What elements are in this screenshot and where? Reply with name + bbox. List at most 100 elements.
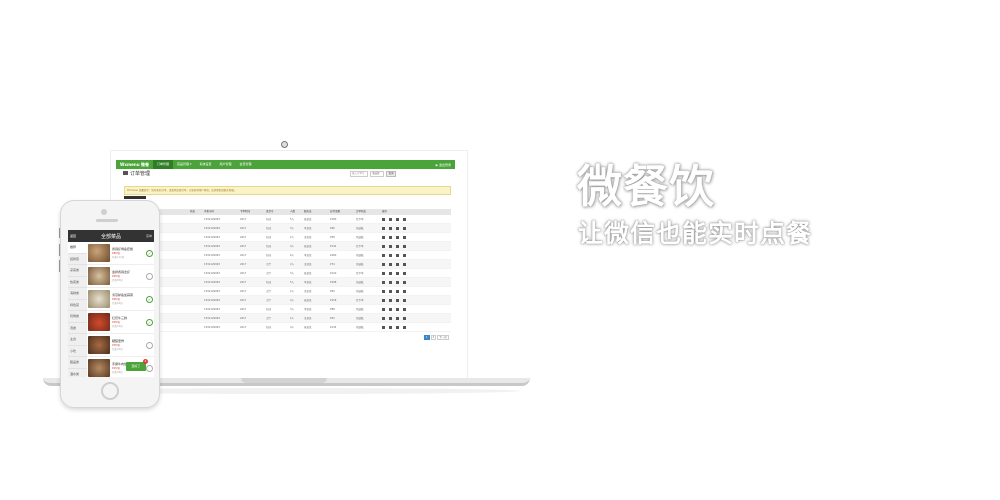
phone-content: 推荐 招牌菜 凉菜类 热菜类 海鲜类 特色菜 烧烤类 汤类 主食 小吃 甜品类 酒水类 香辣虾烤鱼套餐… <box>68 242 154 377</box>
filter-tab[interactable] <box>124 196 146 199</box>
delete-icon[interactable] <box>403 272 406 275</box>
print-icon[interactable] <box>396 263 399 266</box>
print-icon[interactable] <box>396 218 399 221</box>
edit-icon[interactable] <box>389 263 392 266</box>
edit-icon[interactable] <box>389 290 392 293</box>
status-select[interactable]: 请选择 <box>370 171 384 177</box>
category-item[interactable]: 小吃 <box>68 346 87 357</box>
edit-icon[interactable] <box>389 245 392 248</box>
view-icon[interactable] <box>382 263 385 266</box>
category-item[interactable]: 热菜类 <box>68 277 87 288</box>
dish-item[interactable]: 红烧牛三鲜 ¥58/份 已售52份 ✓ <box>87 311 154 334</box>
view-icon[interactable] <box>382 299 385 302</box>
select-check-icon[interactable]: ✓ <box>146 249 153 257</box>
view-icon[interactable] <box>382 245 385 248</box>
category-item[interactable]: 凉菜类 <box>68 265 87 277</box>
print-icon[interactable] <box>396 308 399 311</box>
nav-tab-dishes[interactable]: 菜品管理 ▾ <box>173 160 195 169</box>
print-icon[interactable] <box>396 290 399 293</box>
nav-tab-orders[interactable]: 订单管理 <box>152 160 173 169</box>
table-cell: 大厅 <box>266 263 272 266</box>
print-icon[interactable] <box>396 317 399 320</box>
edit-icon[interactable] <box>389 308 392 311</box>
edit-icon[interactable] <box>389 299 392 302</box>
delete-icon[interactable] <box>403 227 406 230</box>
edit-icon[interactable] <box>389 236 392 239</box>
dish-info: 香辣虾烤鱼套餐 ¥88/份 已售112份 <box>110 247 146 259</box>
category-item[interactable]: 推荐 <box>68 242 87 254</box>
print-icon[interactable] <box>396 299 399 302</box>
delete-icon[interactable] <box>403 218 406 221</box>
delete-icon[interactable] <box>403 245 406 248</box>
edit-icon[interactable] <box>389 254 392 257</box>
edit-icon[interactable] <box>389 326 392 329</box>
view-icon[interactable] <box>382 308 385 311</box>
view-icon[interactable] <box>382 326 385 329</box>
select-check-icon[interactable] <box>146 364 153 372</box>
delete-icon[interactable] <box>403 299 406 302</box>
category-item[interactable]: 酒水类 <box>68 369 87 378</box>
search-input[interactable]: 输入订单号 <box>350 171 368 177</box>
view-icon[interactable] <box>382 254 385 257</box>
phone-home-button[interactable] <box>101 382 119 400</box>
delete-icon[interactable] <box>403 281 406 284</box>
select-check-icon[interactable] <box>146 341 153 349</box>
dish-item[interactable]: 香辣虾烤鱼套餐 ¥88/份 已售112份 ✓ <box>87 242 154 265</box>
print-icon[interactable] <box>396 326 399 329</box>
category-item[interactable]: 甜品类 <box>68 357 87 369</box>
table-cell: 1532129993 <box>204 281 220 284</box>
search-button[interactable]: 查询 <box>386 171 396 177</box>
table-cell: 大厅 <box>266 317 272 320</box>
nav-tab-users[interactable]: 用户管理 <box>215 160 235 169</box>
view-icon[interactable] <box>382 227 385 230</box>
dish-item[interactable]: 金牌香辣龙虾 ¥98/份 已售85份 <box>87 265 154 288</box>
view-icon[interactable] <box>382 236 385 239</box>
view-icon[interactable] <box>382 218 385 221</box>
delete-icon[interactable] <box>403 263 406 266</box>
select-check-icon[interactable]: ✓ <box>146 318 153 326</box>
dish-photo <box>88 267 110 285</box>
back-button[interactable]: 返回 <box>70 234 76 238</box>
edit-icon[interactable] <box>389 218 392 221</box>
table-cell: 李某某 <box>304 308 312 311</box>
delete-icon[interactable] <box>403 290 406 293</box>
print-icon[interactable] <box>396 281 399 284</box>
menu-button[interactable]: 菜单 <box>146 234 152 238</box>
page-2-button[interactable]: 2 <box>430 335 437 340</box>
edit-icon[interactable] <box>389 227 392 230</box>
dish-item[interactable]: 清蒸鲈鱼加蒜蓉 ¥68/份 已售64份 ✓ <box>87 288 154 311</box>
print-icon[interactable] <box>396 272 399 275</box>
category-item[interactable]: 特色菜 <box>68 300 87 311</box>
view-icon[interactable] <box>382 272 385 275</box>
edit-icon[interactable] <box>389 272 392 275</box>
print-icon[interactable] <box>396 254 399 257</box>
delete-icon[interactable] <box>403 308 406 311</box>
page-1-button[interactable]: 1 <box>424 335 430 340</box>
table-cell: 2人 <box>290 317 295 320</box>
select-check-icon[interactable]: ✓ <box>146 295 153 303</box>
edit-icon[interactable] <box>389 317 392 320</box>
logout-link[interactable]: ▶ 退出登录 <box>432 163 455 167</box>
edit-icon[interactable] <box>389 281 392 284</box>
nav-tab-members[interactable]: 会员管理 <box>235 160 255 169</box>
delete-icon[interactable] <box>403 326 406 329</box>
view-icon[interactable] <box>382 317 385 320</box>
dish-item[interactable]: 糖醋里脊 ¥38/份 已售41份 <box>87 334 154 357</box>
select-check-icon[interactable] <box>146 272 153 280</box>
print-icon[interactable] <box>396 245 399 248</box>
category-item[interactable]: 烧烤类 <box>68 311 87 323</box>
category-item[interactable]: 海鲜类 <box>68 288 87 300</box>
delete-icon[interactable] <box>403 254 406 257</box>
view-icon[interactable] <box>382 290 385 293</box>
category-item[interactable]: 主食 <box>68 334 87 346</box>
table-cell: 1532129993 <box>204 263 220 266</box>
print-icon[interactable] <box>396 227 399 230</box>
category-item[interactable]: 汤类 <box>68 323 87 334</box>
next-page-button[interactable]: 下一页 <box>437 335 449 340</box>
delete-icon[interactable] <box>403 317 406 320</box>
print-icon[interactable] <box>396 236 399 239</box>
view-icon[interactable] <box>382 281 385 284</box>
nav-tab-settings[interactable]: 系统设置 <box>195 160 215 169</box>
delete-icon[interactable] <box>403 236 406 239</box>
category-item[interactable]: 招牌菜 <box>68 254 87 265</box>
